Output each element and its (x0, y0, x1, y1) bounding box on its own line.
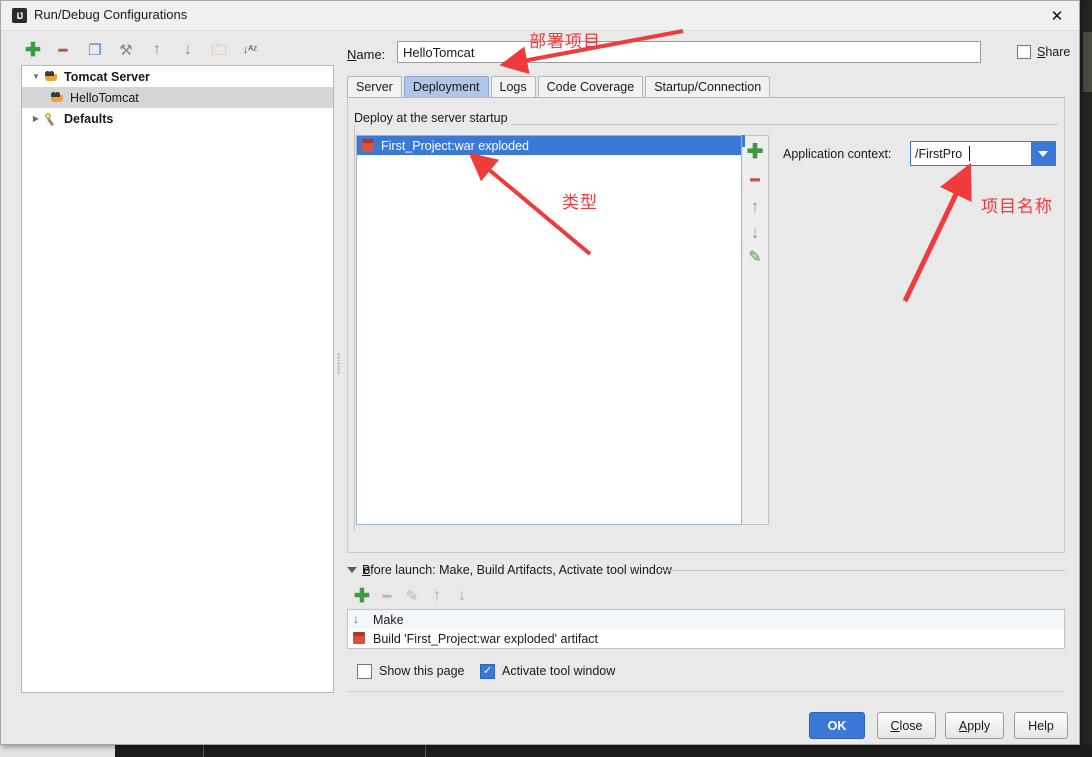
application-context-label: Application context: (783, 147, 892, 161)
list-item[interactable]: Build 'First_Project:war exploded' artif… (348, 629, 1064, 648)
remove-artifact-icon[interactable]: ━ (743, 167, 767, 193)
tree-node-hellotomcat[interactable]: HelloTomcat (22, 87, 333, 108)
list-item[interactable]: ↓ Make (348, 610, 1064, 629)
ok-button[interactable]: OK (809, 712, 865, 739)
tomcat-icon (50, 91, 65, 105)
tree-node-label: HelloTomcat (70, 90, 139, 105)
remove-task-icon[interactable]: ━ (374, 583, 400, 609)
task-label: Make (373, 612, 404, 627)
taskbar-start-segment[interactable] (0, 745, 115, 757)
move-artifact-up-icon[interactable]: ↑ (743, 193, 767, 219)
deployment-list-toolbar: ✚ ━ ↑ ↓ ✎ (743, 135, 769, 525)
move-artifact-down-icon[interactable]: ↓ (743, 219, 767, 245)
name-label-mnemonic: N (347, 47, 357, 62)
toolbar-accent (742, 135, 745, 147)
before-launch-toolbar: ✚ ━ ✎ ↑ ↓ (349, 583, 649, 609)
bottom-separator (347, 691, 1065, 692)
before-launch-title: efore launch: Make, Build Artifacts, Act… (363, 563, 672, 577)
activate-tool-window-label[interactable]: Activate tool window (502, 664, 615, 678)
close-icon[interactable]: ✕ (1035, 1, 1079, 31)
before-launch-task-list[interactable]: ↓ Make Build 'First_Project:war exploded… (347, 609, 1065, 649)
edit-defaults-icon[interactable]: ⚒ (114, 37, 138, 63)
make-icon: ↓ (353, 611, 359, 626)
name-label: Name: (347, 47, 385, 62)
chevron-down-icon[interactable] (347, 567, 357, 573)
chevron-down-icon[interactable]: ▼ (28, 72, 44, 81)
taskbar-divider (425, 745, 426, 757)
tree-node-label: Defaults (64, 111, 114, 126)
tab-startup-connection[interactable]: Startup/Connection (645, 76, 771, 97)
show-this-page-checkbox[interactable] (357, 664, 372, 679)
move-task-down-icon[interactable]: ↓ (449, 583, 475, 609)
deploy-group-legend: Deploy at the server startup (354, 111, 512, 125)
taskbar (0, 745, 1092, 757)
show-this-page-label[interactable]: Show this page (379, 664, 464, 678)
configurations-tree[interactable]: ▼ Tomcat Server HelloTomcat ▶ Defaults (21, 65, 334, 693)
new-folder-icon[interactable]: 🗀 (207, 37, 231, 63)
close-mnemonic: C (890, 718, 900, 733)
panel-splitter[interactable] (334, 65, 344, 693)
dialog-title: Run/Debug Configurations (34, 7, 188, 22)
share-label-rest: hare (1045, 45, 1071, 59)
add-configuration-icon[interactable]: ✚ (21, 37, 45, 63)
tab-deployment[interactable]: Deployment (403, 76, 489, 97)
desktop-background-right (1080, 0, 1092, 745)
artifact-label: First_Project:war exploded (381, 138, 529, 153)
list-item[interactable]: First_Project:war exploded (357, 136, 741, 155)
share-checkbox[interactable] (1017, 45, 1031, 59)
move-up-icon[interactable]: ↑ (145, 37, 169, 63)
activate-tool-window-checkbox[interactable]: ✓ (480, 664, 495, 679)
share-label[interactable]: Share (1037, 45, 1070, 59)
application-context-input[interactable] (911, 142, 1031, 165)
apply-button[interactable]: Apply (945, 712, 1004, 739)
help-button[interactable]: Help (1014, 712, 1068, 739)
artifact-icon (362, 139, 376, 152)
tab-code-coverage[interactable]: Code Coverage (537, 76, 644, 97)
application-context-combobox[interactable] (910, 141, 1056, 166)
edit-artifact-icon[interactable]: ✎ (743, 245, 767, 271)
chevron-down-icon[interactable] (1031, 142, 1055, 165)
configuration-tabs: Server Deployment Logs Code Coverage Sta… (347, 76, 1065, 98)
deployment-artifact-list[interactable]: First_Project:war exploded (356, 135, 742, 525)
add-task-icon[interactable]: ✚ (349, 583, 375, 609)
type-annotation: 类型 (562, 193, 598, 212)
apply-rest: pply (967, 718, 991, 733)
move-down-icon[interactable]: ↓ (176, 37, 200, 63)
add-artifact-icon[interactable]: ✚ (743, 139, 767, 165)
taskbar-divider (203, 745, 204, 757)
apply-mnemonic: A (958, 718, 968, 733)
tree-node-tomcat-server[interactable]: ▼ Tomcat Server (22, 66, 333, 87)
deploy-group-border-left (354, 124, 355, 530)
tab-logs[interactable]: Logs (490, 76, 536, 97)
wrench-icon (44, 112, 59, 126)
text-caret (969, 146, 970, 161)
desktop-background-accent (1083, 32, 1092, 92)
run-debug-configurations-dialog: IJ Run/Debug Configurations ✕ ✚ ━ ❐ ⚒ ↑ … (0, 0, 1080, 745)
close-rest: lose (899, 718, 923, 733)
tree-node-label: Tomcat Server (64, 69, 150, 84)
before-launch-border (661, 570, 1065, 571)
splitter-grip-icon[interactable] (337, 353, 341, 375)
before-launch-header[interactable]: Before launch: Make, Build Artifacts, Ac… (347, 563, 672, 577)
edit-task-icon[interactable]: ✎ (399, 583, 425, 609)
tab-server[interactable]: Server (347, 76, 402, 97)
remove-configuration-icon[interactable]: ━ (51, 37, 75, 63)
task-label: Build 'First_Project:war exploded' artif… (373, 631, 599, 646)
sort-alphabetically-icon[interactable]: ↓ᴬᶻ (238, 37, 262, 63)
name-input[interactable] (397, 41, 981, 63)
tomcat-icon (44, 70, 59, 84)
chevron-right-icon[interactable]: ▶ (28, 114, 44, 123)
deploy-project-annotation: 部署项目 (529, 32, 601, 51)
check-icon: ✓ (482, 665, 493, 677)
artifact-icon (353, 632, 368, 645)
project-name-annotation: 项目名称 (981, 197, 1053, 216)
configurations-toolbar: ✚ ━ ❐ ⚒ ↑ ↓ 🗀 ↓ᴬᶻ (21, 37, 333, 65)
name-label-rest: ame: (356, 47, 386, 62)
move-task-up-icon[interactable]: ↑ (424, 583, 450, 609)
copy-configuration-icon[interactable]: ❐ (83, 37, 107, 63)
intellij-icon: IJ (12, 8, 27, 23)
tree-node-defaults[interactable]: ▶ Defaults (22, 108, 333, 129)
close-button[interactable]: Close (877, 712, 936, 739)
